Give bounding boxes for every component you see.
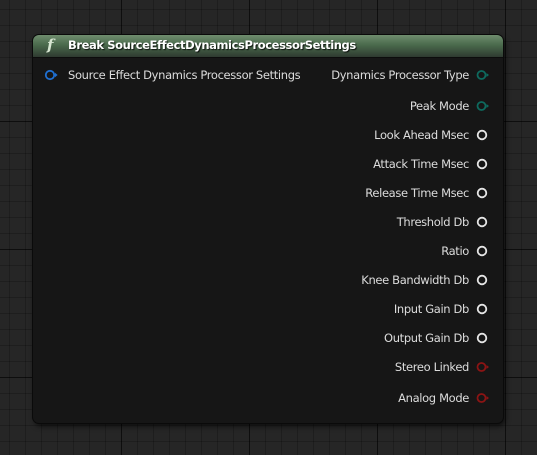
output-pin-label-peak-mode: Peak Mode xyxy=(409,99,470,113)
output-pin-label-analog-mode: Analog Mode xyxy=(398,391,469,405)
output-pin-input-gain-db[interactable] xyxy=(476,303,488,315)
output-pin-label-input-gain-db: Input Gain Db xyxy=(393,302,469,316)
function-icon: f xyxy=(47,36,54,54)
output-pin-knee-bandwidth-db[interactable] xyxy=(476,274,488,286)
output-pin-threshold-db[interactable] xyxy=(476,216,488,228)
output-pin-attack-time-msec[interactable] xyxy=(476,158,488,170)
output-pin-label-attack-time-msec: Attack Time Msec xyxy=(373,157,469,171)
output-pin-peak-mode[interactable] xyxy=(476,100,489,112)
output-pin-label-dynamics-processor-type: Dynamics Processor Type xyxy=(331,68,469,82)
output-pin-label-ratio: Ratio xyxy=(441,244,469,258)
output-pin-dynamics-processor-type[interactable] xyxy=(476,69,489,81)
input-pin-struct[interactable] xyxy=(44,69,58,81)
output-pin-ratio[interactable] xyxy=(476,245,488,257)
output-pin-label-knee-bandwidth-db: Knee Bandwidth Db xyxy=(361,273,469,287)
output-pin-look-ahead-msec[interactable] xyxy=(476,129,488,141)
output-pin-label-look-ahead-msec: Look Ahead Msec xyxy=(374,128,469,142)
node-header[interactable]: f Break SourceEffectDynamicsProcessorSet… xyxy=(33,35,503,58)
output-pin-stereo-linked[interactable] xyxy=(476,361,489,373)
output-pin-release-time-msec[interactable] xyxy=(476,187,488,199)
node-title: Break SourceEffectDynamicsProcessorSetti… xyxy=(68,38,356,52)
output-pin-output-gain-db[interactable] xyxy=(476,332,488,344)
output-pin-label-output-gain-db: Output Gain Db xyxy=(384,331,469,345)
output-pin-label-release-time-msec: Release Time Msec xyxy=(365,186,469,200)
break-struct-node[interactable]: f Break SourceEffectDynamicsProcessorSet… xyxy=(33,35,503,423)
output-pin-analog-mode[interactable] xyxy=(476,392,489,404)
input-pin-label: Source Effect Dynamics Processor Setting… xyxy=(68,68,301,82)
output-pin-label-stereo-linked: Stereo Linked xyxy=(394,360,469,374)
output-pin-label-threshold-db: Threshold Db xyxy=(396,215,470,229)
